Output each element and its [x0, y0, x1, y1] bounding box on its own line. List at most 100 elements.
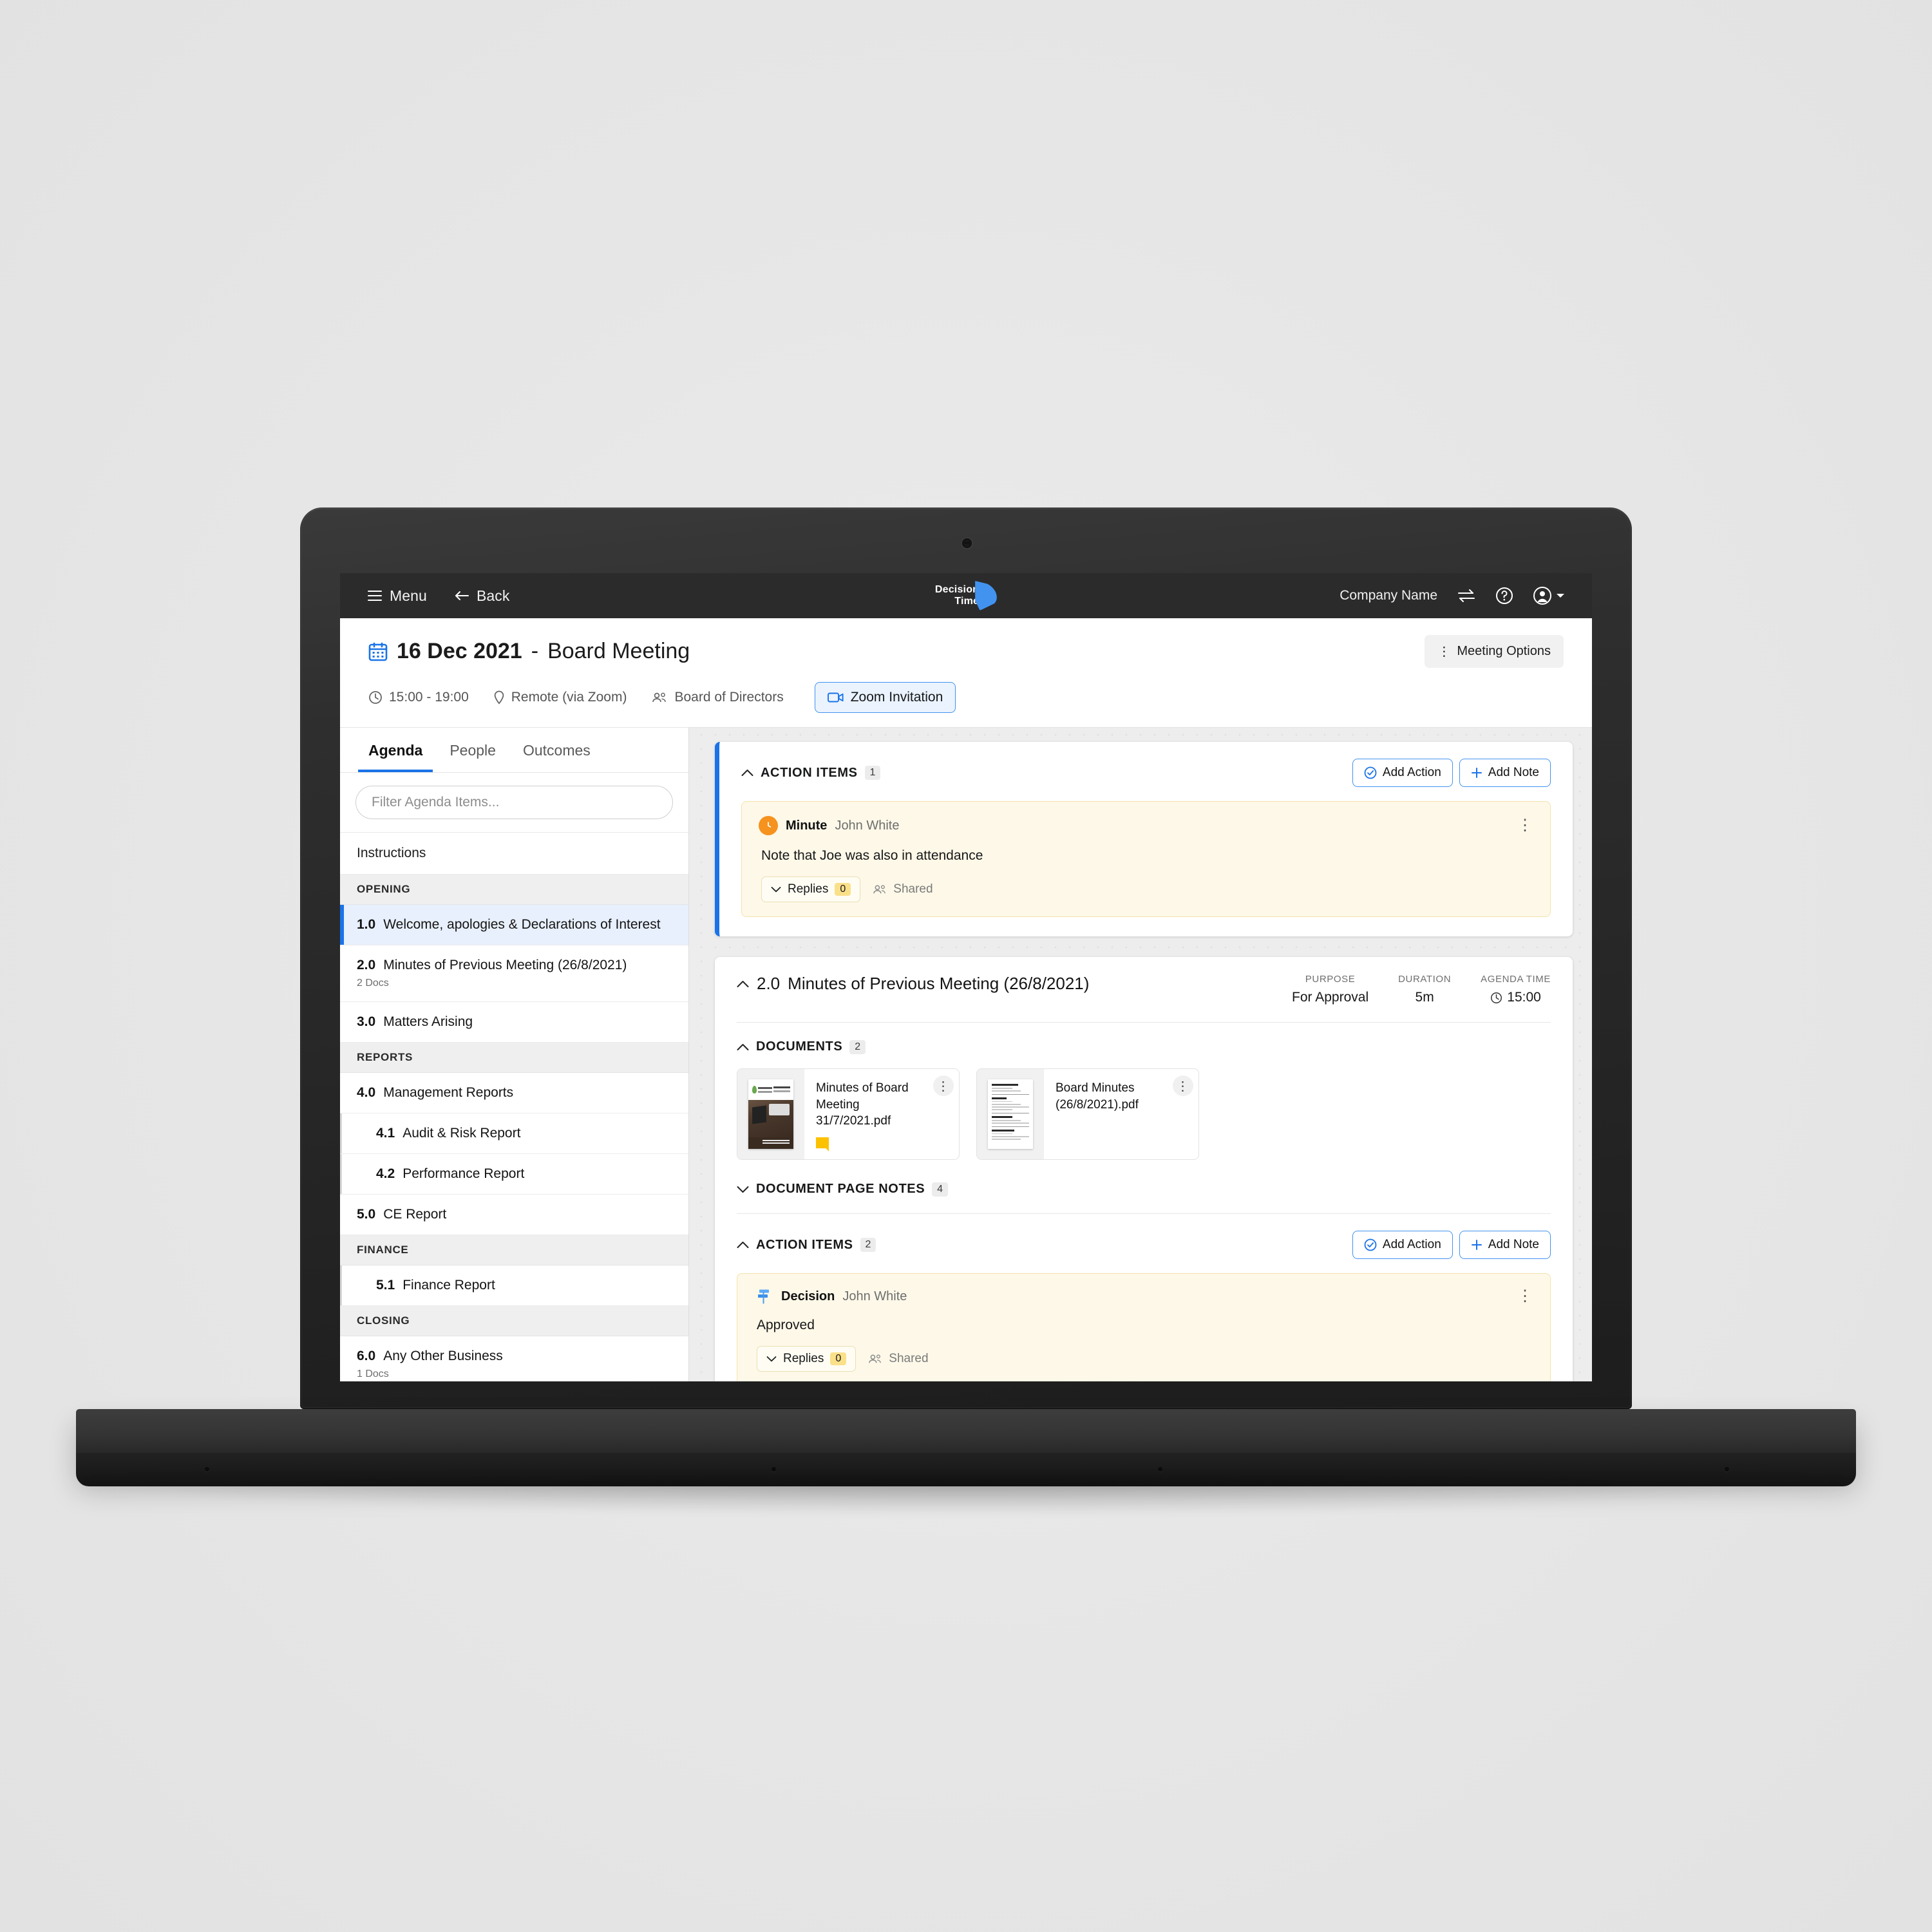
chevron-up-icon[interactable] — [737, 1043, 749, 1051]
agenda-label: Any Other Business — [383, 1349, 503, 1363]
back-label: Back — [476, 587, 510, 604]
add-note-label: Add Note — [1488, 1238, 1539, 1251]
agenda-docs-count: 2 Docs — [357, 978, 389, 989]
switch-icon[interactable] — [1457, 589, 1476, 603]
sidebar-item-6-0[interactable]: 6.0 Any Other Business 1 Docs — [340, 1336, 688, 1381]
hamburger-icon — [367, 590, 383, 601]
meeting-name: Board Meeting — [547, 639, 690, 663]
logo-mark-icon — [975, 581, 998, 611]
chevron-down-icon[interactable] — [737, 1186, 749, 1193]
meeting-time: 15:00 - 19:00 — [368, 690, 469, 705]
agenda-label: Matters Arising — [383, 1014, 473, 1029]
document-kebab-icon-1[interactable]: ⋮ — [933, 1075, 954, 1096]
menu-button[interactable]: Menu — [367, 587, 427, 605]
sidebar-item-4-2[interactable]: 4.2 Performance Report — [340, 1154, 688, 1195]
tab-agenda[interactable]: Agenda — [358, 728, 433, 772]
help-icon[interactable] — [1495, 587, 1513, 605]
minute-clock-icon — [759, 816, 778, 835]
agenda-label: Minutes of Previous Meeting (26/8/2021) — [383, 958, 627, 972]
add-action-button[interactable]: Add Action — [1352, 1231, 1453, 1259]
add-action-button[interactable]: Add Action — [1352, 759, 1453, 787]
sidebar-group-closing: CLOSING — [340, 1306, 688, 1336]
plus-icon — [1471, 767, 1482, 779]
agenda-card-1-0: ACTION ITEMS 1 Add Action Add Note Minut… — [715, 742, 1573, 936]
stat-duration: DURATION 5m — [1398, 974, 1451, 1005]
document-card-1[interactable]: Minutes of Board Meeting 31/7/2021.pdf ⋮ — [737, 1068, 960, 1160]
stat-purpose: PURPOSE For Approval — [1292, 974, 1368, 1005]
note-body-text: Approved — [757, 1318, 815, 1332]
add-note-button[interactable]: Add Note — [1459, 759, 1551, 787]
agenda-label: Welcome, apologies & Declarations of Int… — [383, 917, 661, 932]
agenda-number: 4.0 — [357, 1085, 376, 1100]
tab-people[interactable]: People — [439, 728, 506, 772]
location-pin-icon — [493, 690, 505, 705]
stat-agenda-time: AGENDA TIME 15:00 — [1481, 974, 1551, 1005]
people-group-icon — [651, 691, 668, 704]
sidebar-item-4-1[interactable]: 4.1 Audit & Risk Report — [340, 1113, 688, 1154]
agenda-sidebar: Agenda People Outcomes Instructions OPEN… — [340, 728, 689, 1381]
meeting-options-button[interactable]: ⋮ Meeting Options — [1425, 635, 1564, 668]
sidebar-item-instructions[interactable]: Instructions — [340, 833, 688, 875]
sidebar-item-4-0[interactable]: 4.0 Management Reports — [340, 1073, 688, 1113]
back-button[interactable]: Back — [454, 587, 510, 605]
note-card-minute: Minute John White ⋮ Note that Joe was al… — [741, 801, 1551, 917]
note-kebab-icon[interactable]: ⋮ — [1517, 818, 1533, 833]
document-kebab-icon-2[interactable]: ⋮ — [1173, 1075, 1193, 1096]
check-circle-icon — [1364, 766, 1377, 779]
agenda-number: 6.0 — [357, 1349, 376, 1363]
document-page-notes-label: DOCUMENT PAGE NOTES — [756, 1182, 925, 1196]
laptop-mockup: Menu Back Decision Time Company Name 16 … — [55, 507, 1878, 1515]
page-title: 16 Dec 2021 - Board Meeting — [368, 639, 690, 664]
sidebar-group-reports: REPORTS — [340, 1043, 688, 1073]
app-body: Agenda People Outcomes Instructions OPEN… — [340, 728, 1592, 1381]
sidebar-item-1-0[interactable]: 1.0 Welcome, apologies & Declarations of … — [340, 905, 688, 945]
documents-count: 2 — [849, 1039, 866, 1054]
agenda-item-header: 2.0 Minutes of Previous Meeting (26/8/20… — [737, 974, 1551, 1005]
stat-purpose-key: PURPOSE — [1305, 974, 1356, 985]
zoom-invitation-label: Zoom Invitation — [850, 690, 943, 705]
agenda-number: 3.0 — [357, 1014, 376, 1029]
shared-status: Shared — [872, 882, 933, 896]
action-items-header-1: ACTION ITEMS 1 Add Action Add Note — [741, 759, 1551, 787]
note-author-label: John White — [842, 1289, 907, 1303]
agenda-number: 4.1 — [376, 1126, 395, 1141]
note-author-label: John White — [835, 818, 900, 833]
document-card-2[interactable]: Board Minutes (26/8/2021).pdf ⋮ — [976, 1068, 1199, 1160]
check-circle-icon — [1364, 1238, 1377, 1251]
agenda-item-title: Minutes of Previous Meeting (26/8/2021) — [788, 974, 1090, 993]
shared-label: Shared — [889, 1352, 929, 1365]
chevron-up-icon[interactable] — [737, 980, 749, 988]
replies-toggle[interactable]: Replies 0 — [757, 1346, 857, 1372]
chevron-up-icon[interactable] — [741, 769, 753, 777]
app-topbar: Menu Back Decision Time Company Name — [340, 573, 1592, 618]
tab-outcomes[interactable]: Outcomes — [513, 728, 601, 772]
note-kebab-icon[interactable]: ⋮ — [1517, 1289, 1533, 1304]
account-menu[interactable] — [1533, 586, 1565, 605]
documents-label: DOCUMENTS — [756, 1039, 843, 1054]
action-items-label: ACTION ITEMS — [756, 1237, 853, 1252]
title-separator: - — [531, 639, 539, 663]
add-note-button[interactable]: Add Note — [1459, 1231, 1551, 1259]
zoom-invitation-button[interactable]: Zoom Invitation — [814, 682, 956, 713]
meeting-header: 16 Dec 2021 - Board Meeting ⋮ Meeting Op… — [340, 618, 1592, 728]
chevron-down-icon — [771, 886, 781, 893]
agenda-content: ACTION ITEMS 1 Add Action Add Note Minut… — [689, 728, 1592, 1381]
people-group-icon — [872, 884, 887, 895]
add-action-label: Add Action — [1382, 1238, 1441, 1251]
stat-agenda-time-value-wrap: 15:00 — [1481, 990, 1551, 1005]
clock-icon — [368, 690, 383, 705]
agenda-item-number: 2.0 — [757, 974, 781, 993]
meeting-group: Board of Directors — [651, 690, 784, 705]
sidebar-item-3-0[interactable]: 3.0 Matters Arising — [340, 1002, 688, 1043]
sidebar-item-5-1[interactable]: 5.1 Finance Report — [340, 1265, 688, 1306]
chevron-up-icon[interactable] — [737, 1241, 749, 1249]
sidebar-item-2-0[interactable]: 2.0 Minutes of Previous Meeting (26/8/202… — [340, 945, 688, 1002]
sidebar-group-opening: OPENING — [340, 875, 688, 905]
sidebar-item-5-0[interactable]: 5.0 CE Report — [340, 1195, 688, 1235]
divider — [737, 1213, 1551, 1214]
action-items-label: ACTION ITEMS — [761, 765, 858, 780]
plus-icon — [1471, 1239, 1482, 1251]
replies-toggle[interactable]: Replies 0 — [761, 876, 861, 902]
filter-agenda-input[interactable] — [355, 786, 673, 819]
stat-purpose-value: For Approval — [1292, 990, 1369, 1005]
